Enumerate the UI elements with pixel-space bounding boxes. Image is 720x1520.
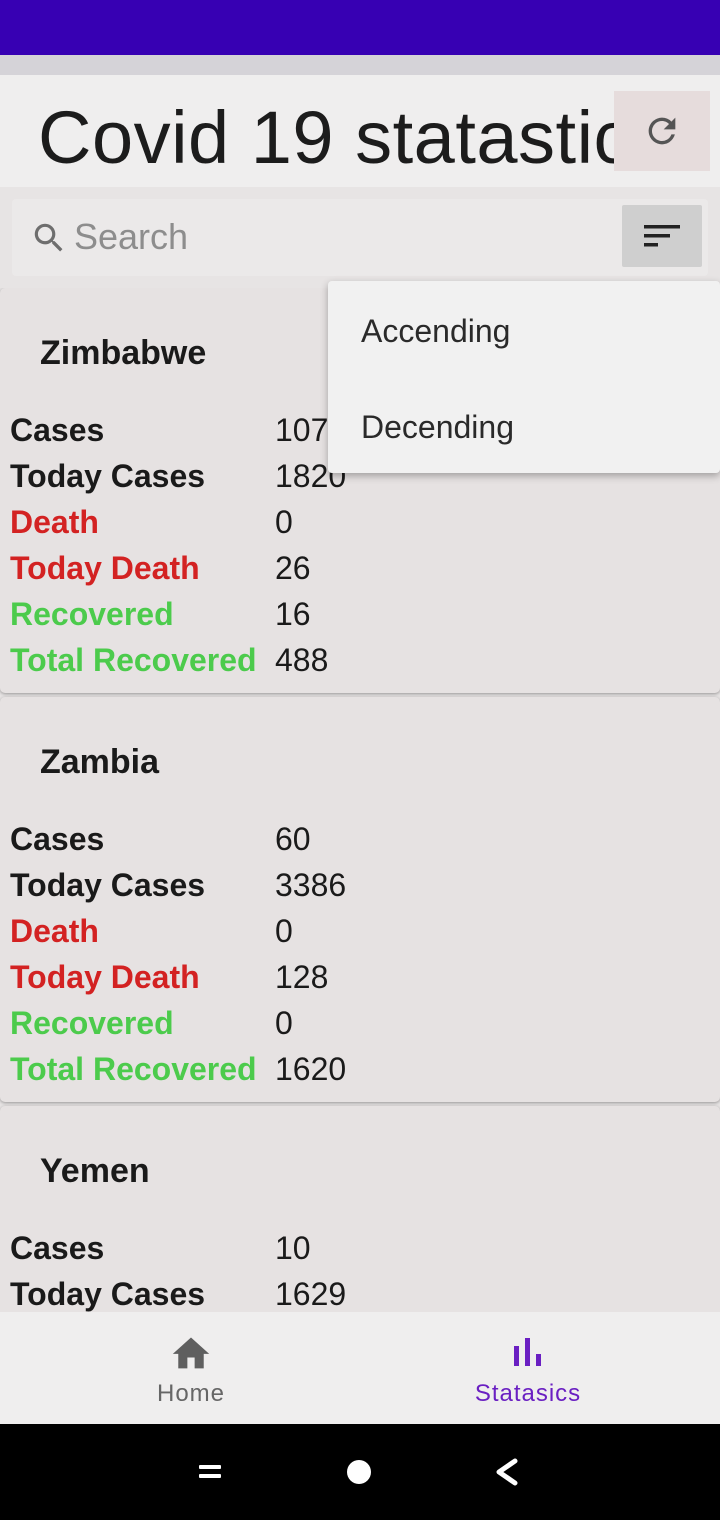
sort-option-ascending[interactable]: Accending: [361, 313, 510, 350]
app-bar: Covid 19 statastics: [0, 75, 720, 187]
stat-label: Cases: [10, 412, 105, 448]
page-title: Covid 19 statastics: [38, 96, 669, 179]
stat-label: Today Cases: [10, 458, 206, 494]
stat-label: Cases: [10, 821, 105, 857]
search-input[interactable]: [74, 211, 614, 263]
stat-value: 0: [275, 504, 293, 540]
search-bar: [12, 199, 708, 276]
stat-row-total-recovered: Total Recovered 1620: [10, 1051, 710, 1095]
sort-menu: Accending Decending: [328, 281, 720, 473]
stat-label: Total Recovered: [10, 1051, 257, 1087]
stat-row-cases: Cases 60: [10, 821, 710, 865]
country-name: Zimbabwe: [40, 334, 207, 372]
stat-value: 10: [275, 1230, 311, 1266]
stat-value: 128: [275, 959, 329, 995]
refresh-icon: [648, 117, 676, 145]
stat-label: Death: [10, 913, 99, 949]
refresh-button[interactable]: [614, 91, 710, 171]
nav-statistics-label: Statasics: [474, 1380, 582, 1407]
stat-row-death: Death 0: [10, 504, 710, 548]
nav-statistics[interactable]: Statasics: [408, 1312, 648, 1424]
country-card[interactable]: Yemen Cases 10 Today Cases 1629: [0, 1106, 720, 1312]
stat-row-today-death: Today Death 128: [10, 959, 710, 1003]
header-divider: [0, 55, 720, 75]
stat-label: Today Cases: [10, 867, 206, 903]
sort-option-descending[interactable]: Decending: [361, 409, 514, 446]
bar-chart-icon: [514, 1338, 541, 1366]
stat-value: 60: [275, 821, 311, 857]
back-icon[interactable]: [493, 1457, 521, 1487]
stat-value: 16: [275, 596, 311, 632]
stat-label: Total Recovered: [10, 642, 257, 678]
stat-label: Cases: [10, 1230, 105, 1266]
stat-label: Death: [10, 504, 99, 540]
stat-value: 488: [275, 642, 329, 678]
search-icon: [34, 223, 63, 252]
system-navigation-bar: [0, 1424, 720, 1520]
nav-home[interactable]: Home: [71, 1312, 311, 1424]
stat-label: Today Cases: [10, 1276, 206, 1312]
stat-label: Recovered: [10, 596, 174, 632]
stat-value: 0: [275, 913, 293, 949]
stat-row-today-cases: Today Cases 3386: [10, 867, 710, 911]
country-name: Zambia: [40, 743, 160, 781]
stat-row-death: Death 0: [10, 913, 710, 957]
stat-value: 3386: [275, 867, 347, 903]
stat-value: 26: [275, 550, 311, 586]
stat-label: Recovered: [10, 1005, 174, 1041]
nav-home-label: Home: [156, 1380, 226, 1407]
status-bar: [0, 0, 720, 55]
stat-row-today-death: Today Death 26: [10, 550, 710, 594]
country-name: Yemen: [40, 1152, 150, 1190]
stat-label: Today Death: [10, 550, 200, 586]
country-card[interactable]: Zambia Cases 60 Today Cases 3386 Death 0…: [0, 697, 720, 1102]
stat-value: 107: [275, 412, 329, 448]
stat-value: 1620: [275, 1051, 347, 1087]
stat-value: 1629: [275, 1276, 347, 1312]
bottom-navigation: Home Statasics: [0, 1312, 720, 1424]
home-icon: [172, 1337, 210, 1369]
stat-row-recovered: Recovered 16: [10, 596, 710, 640]
stat-row-today-cases: Today Cases 1629: [10, 1276, 710, 1312]
recents-icon[interactable]: [197, 1460, 223, 1484]
stat-value: 0: [275, 1005, 293, 1041]
home-circle-icon[interactable]: [345, 1458, 373, 1486]
stat-row-total-recovered: Total Recovered 488: [10, 642, 710, 686]
stat-label: Today Death: [10, 959, 200, 995]
sort-button[interactable]: [622, 205, 702, 267]
stat-row-recovered: Recovered 0: [10, 1005, 710, 1049]
stat-row-cases: Cases 10: [10, 1230, 710, 1274]
sort-icon: [644, 225, 680, 247]
search-section: [0, 187, 720, 288]
